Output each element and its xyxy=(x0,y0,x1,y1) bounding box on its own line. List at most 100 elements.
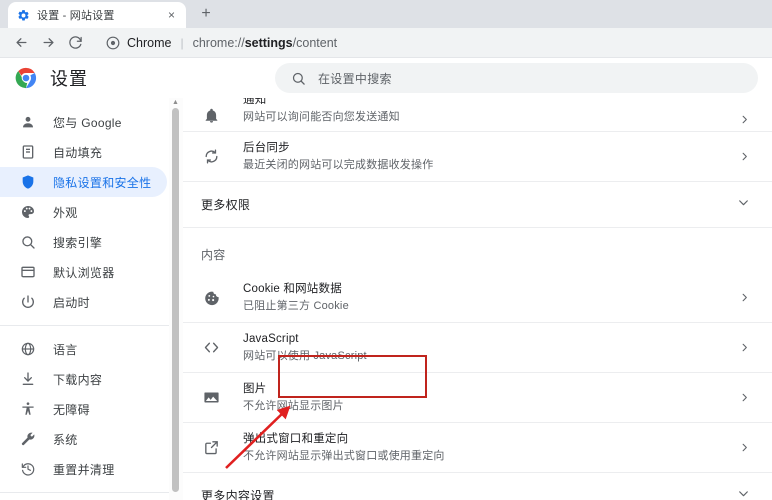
cookie-icon xyxy=(201,288,221,308)
row-title: 通知 xyxy=(243,98,267,106)
wrench-icon xyxy=(19,431,36,448)
row-subtitle: 不允许网站显示图片 xyxy=(243,399,344,412)
sidebar-scrollbar[interactable]: ▲ xyxy=(169,98,183,500)
palette-icon xyxy=(19,204,36,221)
sidebar-item-label: 下载内容 xyxy=(53,372,103,387)
row-subtitle: 已阻止第三方 Cookie xyxy=(243,299,349,312)
row-text: JavaScript 网站可以使用 JavaScript xyxy=(243,332,729,364)
browser-tab[interactable]: 设置 - 网站设置 × xyxy=(8,2,186,28)
content-row-popups-redirects[interactable]: 弹出式窗口和重定向 不允许网站显示弹出式窗口或使用重定向 xyxy=(183,423,772,473)
omnibox-url-prefix: chrome:// xyxy=(192,35,245,50)
settings-search-wrap: 在设置中搜索 xyxy=(275,63,772,93)
row-text: Cookie 和网站数据 已阻止第三方 Cookie xyxy=(243,282,729,314)
row-title: 弹出式窗口和重定向 xyxy=(243,432,349,445)
sidebar-item-appearance[interactable]: 外观 xyxy=(0,197,167,227)
sidebar-item-system[interactable]: 系统 xyxy=(0,424,167,454)
sidebar-item-downloads[interactable]: 下载内容 xyxy=(0,364,167,394)
sidebar-item-languages[interactable]: 语言 xyxy=(0,334,167,364)
row-text: 后台同步 最近关闭的网站可以完成数据收发操作 xyxy=(243,141,729,173)
reload-button[interactable] xyxy=(62,30,88,56)
sidebar-item-you-and-google[interactable]: 您与 Google xyxy=(0,107,167,137)
settings-gear-icon xyxy=(17,9,30,22)
scrollbar-up-arrow-icon[interactable]: ▲ xyxy=(172,99,179,106)
sidebar: 您与 Google 自动填充 隐私设置和安全性 外观 搜索引擎 默认浏览器 启动… xyxy=(0,98,183,500)
content-row-cookies[interactable]: Cookie 和网站数据 已阻止第三方 Cookie xyxy=(183,273,772,323)
row-text: 弹出式窗口和重定向 不允许网站显示弹出式窗口或使用重定向 xyxy=(243,432,729,464)
popup-window-icon xyxy=(201,438,221,458)
scrollbar-thumb[interactable] xyxy=(172,108,179,492)
sidebar-item-privacy-and-security[interactable]: 隐私设置和安全性 xyxy=(0,167,167,197)
forward-button[interactable] xyxy=(35,30,61,56)
chevron-down-icon[interactable] xyxy=(737,196,750,214)
sidebar-item-search-engine[interactable]: 搜索引擎 xyxy=(0,227,167,257)
sidebar-item-default-browser[interactable]: 默认浏览器 xyxy=(0,257,167,287)
close-icon[interactable]: × xyxy=(164,8,179,23)
sidebar-divider xyxy=(0,325,183,326)
tab-title: 设置 - 网站设置 xyxy=(37,10,115,22)
settings-header: 设置 在设置中搜索 xyxy=(0,58,772,98)
omnibox-separator: | xyxy=(180,35,184,50)
sidebar-item-autofill[interactable]: 自动填充 xyxy=(0,137,167,167)
sidebar-item-label: 隐私设置和安全性 xyxy=(53,175,152,190)
content-row-images[interactable]: 图片 不允许网站显示图片 xyxy=(183,373,772,423)
sidebar-item-label: 语言 xyxy=(53,342,78,357)
sidebar-item-on-startup[interactable]: 启动时 xyxy=(0,287,167,317)
row-title: 后台同步 xyxy=(243,141,290,154)
history-restore-icon xyxy=(19,461,36,478)
sidebar-item-label: 搜索引擎 xyxy=(53,235,103,250)
row-subtitle: 最近关闭的网站可以完成数据收发操作 xyxy=(243,158,434,171)
sync-icon xyxy=(201,147,221,167)
row-title: Cookie 和网站数据 xyxy=(243,282,342,295)
search-icon xyxy=(291,71,306,86)
sidebar-item-reset-and-cleanup[interactable]: 重置并清理 xyxy=(0,454,167,484)
sidebar-item-label: 您与 Google xyxy=(53,115,122,130)
new-tab-button[interactable]: + xyxy=(193,1,219,27)
chrome-page-icon xyxy=(106,36,120,50)
browser-toolbar: Chrome | chrome://settings/content xyxy=(0,28,772,58)
address-bar[interactable]: Chrome | chrome://settings/content xyxy=(96,31,764,55)
chevron-right-icon[interactable] xyxy=(739,292,750,303)
sidebar-item-label: 启动时 xyxy=(53,295,90,310)
page-title: 设置 xyxy=(50,69,88,89)
sidebar-item-accessibility[interactable]: 无障碍 xyxy=(0,394,167,424)
bell-icon xyxy=(201,105,221,125)
sidebar-item-label: 无障碍 xyxy=(53,402,90,417)
chevron-right-icon[interactable] xyxy=(739,151,750,162)
search-input[interactable]: 在设置中搜索 xyxy=(275,63,758,93)
sidebar-item-label: 系统 xyxy=(53,432,78,447)
person-icon xyxy=(19,114,36,131)
content-row-background-sync[interactable]: 后台同步 最近关闭的网站可以完成数据收发操作 xyxy=(183,132,772,182)
content-row-javascript[interactable]: JavaScript 网站可以使用 JavaScript xyxy=(183,323,772,373)
sidebar-item-label: 外观 xyxy=(53,205,78,220)
section-label: 更多权限 xyxy=(201,198,251,212)
settings-body: 您与 Google 自动填充 隐私设置和安全性 外观 搜索引擎 默认浏览器 启动… xyxy=(0,98,772,500)
browser-window-icon xyxy=(19,264,36,281)
chevron-down-icon[interactable] xyxy=(737,487,750,500)
download-icon xyxy=(19,371,36,388)
chevron-right-icon[interactable] xyxy=(739,114,750,125)
search-placeholder: 在设置中搜索 xyxy=(318,71,392,86)
row-text: 图片 不允许网站显示图片 xyxy=(243,382,729,414)
search-icon xyxy=(19,234,36,251)
omnibox-url-suffix: /content xyxy=(292,35,338,50)
section-more-permissions[interactable]: 更多权限 xyxy=(183,182,772,228)
code-brackets-icon xyxy=(201,338,221,358)
row-subtitle: 网站可以使用 JavaScript xyxy=(243,349,367,362)
sidebar-item-label: 重置并清理 xyxy=(53,462,115,477)
sidebar-item-label: 默认浏览器 xyxy=(53,265,115,280)
chevron-right-icon[interactable] xyxy=(739,442,750,453)
chrome-logo-icon xyxy=(15,67,37,89)
omnibox-scheme-label: Chrome xyxy=(127,35,172,50)
content-row-notifications[interactable]: 通知 网站可以询问能否向您发送通知 xyxy=(183,98,772,132)
clipboard-icon xyxy=(19,144,36,161)
back-button[interactable] xyxy=(8,30,34,56)
chevron-right-icon[interactable] xyxy=(739,342,750,353)
chevron-right-icon[interactable] xyxy=(739,392,750,403)
sidebar-item-label: 自动填充 xyxy=(53,145,103,160)
row-subtitle: 不允许网站显示弹出式窗口或使用重定向 xyxy=(243,449,445,462)
section-label: 更多内容设置 xyxy=(201,489,275,500)
content-inner: 通知 网站可以询问能否向您发送通知 后台同步 最近关闭的网站可以完成数据收发操作 xyxy=(183,98,772,500)
section-more-content-settings[interactable]: 更多内容设置 xyxy=(183,473,772,500)
browser-window: 设置 - 网站设置 × + Chrome | chrome://settings… xyxy=(0,0,772,500)
settings-brand: 设置 xyxy=(0,65,275,91)
